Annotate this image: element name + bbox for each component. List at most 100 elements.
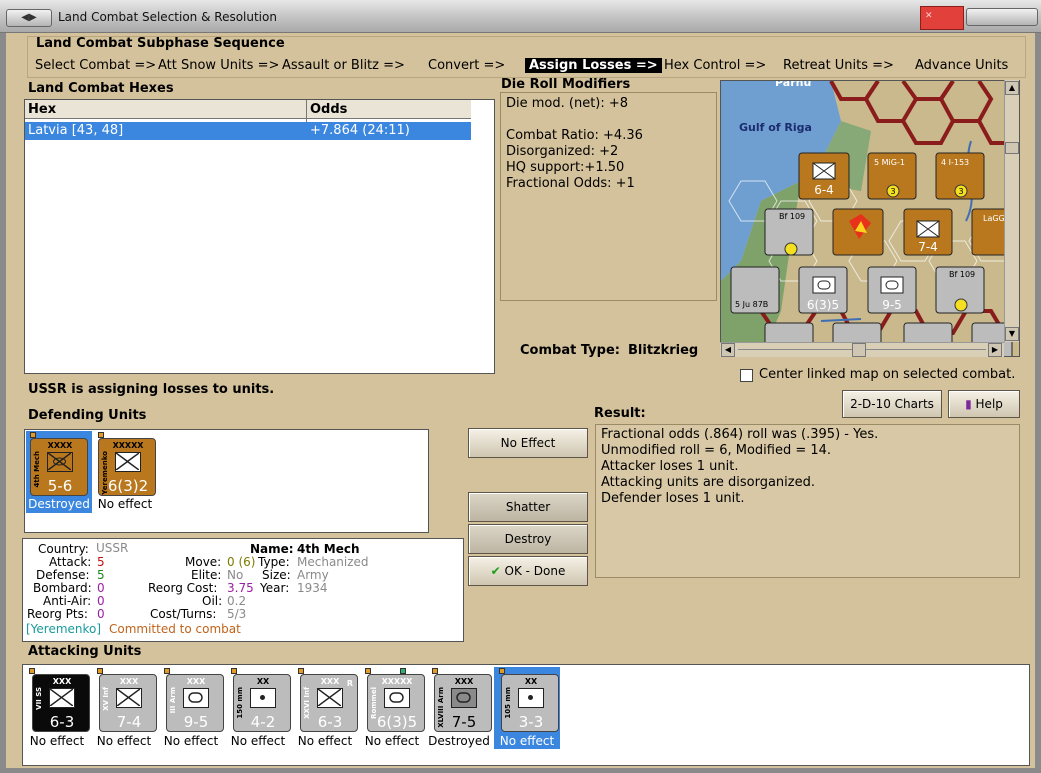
map-counter-6-4[interactable]: 6-4 bbox=[798, 152, 850, 200]
defense-label: Defense: bbox=[36, 568, 90, 582]
defending-heading: Defending Units bbox=[28, 408, 147, 423]
attacker-result: No effect bbox=[96, 734, 152, 748]
scroll-thumb-v[interactable] bbox=[1005, 142, 1019, 154]
attacker-result: No effect bbox=[163, 734, 219, 748]
map-counter-i153[interactable]: 4 I-153 3 bbox=[935, 152, 985, 200]
reorgcost-value: 3.75 bbox=[227, 581, 254, 595]
country-label: Country: bbox=[38, 542, 89, 556]
step-assign-losses[interactable]: Assign Losses => bbox=[525, 58, 662, 73]
attacker-counter-iii-arm[interactable]: XXX III Arm 9-5 bbox=[166, 674, 224, 732]
defender-counter-yeremenko[interactable]: XXXXX Yeremenko 6(3)2 bbox=[98, 438, 156, 496]
scroll-up-icon[interactable]: ▲ bbox=[1005, 81, 1019, 95]
ok-done-button[interactable]: ✔ OK - Done bbox=[468, 556, 588, 586]
scroll-left-icon[interactable]: ◀ bbox=[721, 343, 735, 357]
mod-net: Die mod. (net): +8 bbox=[506, 96, 629, 111]
size-value: Army bbox=[297, 568, 329, 582]
defender-result-yeremenko: No effect bbox=[97, 497, 153, 511]
map-counter-bf109-emil[interactable]: Bf 109 bbox=[935, 266, 985, 314]
antiair-value: 0 bbox=[97, 594, 105, 608]
result-line-2: Unmodified roll = 6, Modified = 14. bbox=[601, 443, 832, 458]
help-book-icon: ▮ bbox=[965, 397, 972, 411]
svg-text:3: 3 bbox=[890, 187, 895, 196]
country-value: USSR bbox=[96, 541, 129, 555]
scroll-right-icon[interactable]: ▶ bbox=[988, 343, 1002, 357]
mod-combat-ratio: Combat Ratio: +4.36 bbox=[506, 128, 643, 143]
scroll-thumb-h[interactable] bbox=[852, 343, 866, 357]
charts-button[interactable]: 2-D-10 Charts bbox=[842, 390, 942, 418]
hexes-list[interactable] bbox=[24, 99, 495, 374]
attacker-result: No effect bbox=[297, 734, 353, 748]
elite-label: Elite: bbox=[191, 568, 222, 582]
attacker-counter-vii-ss[interactable]: XXX VII SS 6-3 bbox=[32, 674, 90, 732]
commit-leader: [Yeremenko] bbox=[26, 622, 102, 636]
step-convert[interactable]: Convert => bbox=[428, 58, 505, 73]
svg-text:9-5: 9-5 bbox=[882, 298, 902, 312]
status-pip bbox=[231, 668, 237, 674]
armor-symbol-icon bbox=[451, 688, 477, 708]
map-counter-7-4[interactable]: 7-4 bbox=[903, 208, 953, 256]
move-label: Move: bbox=[185, 555, 222, 569]
result-line-1: Fractional odds (.864) roll was (.395) -… bbox=[601, 427, 879, 442]
status-pip bbox=[29, 668, 35, 674]
row-odds-cell: +7.864 (24:11) bbox=[310, 123, 410, 138]
map-counter-stuka[interactable]: 5 Ju 87B bbox=[730, 266, 780, 314]
svg-text:LaGG: LaGG bbox=[983, 214, 1005, 223]
defender-counter-4th-mech[interactable]: XXXX 4th Mech 5-6 bbox=[30, 438, 88, 496]
map-counter-defender-stack[interactable] bbox=[832, 208, 884, 256]
unit-size: XXX bbox=[52, 677, 72, 686]
mini-map[interactable]: 6-4 5 MiG-1 3 4 I-153 3 Bf 109 7-4 LaGG … bbox=[720, 80, 1020, 357]
help-button[interactable]: ▮ Help bbox=[948, 390, 1020, 418]
year-label: Year: bbox=[260, 581, 290, 595]
title-bar: ◀▶ Land Combat Selection & Resolution ✕ bbox=[0, 0, 1041, 33]
svg-text:5 Ju 87B: 5 Ju 87B bbox=[735, 300, 768, 309]
map-counter-mig1[interactable]: 5 MiG-1 3 bbox=[867, 152, 917, 200]
combat-type-value: Blitzkrieg bbox=[628, 343, 699, 358]
close-icon: ✕ bbox=[925, 11, 933, 21]
status-pip bbox=[98, 432, 104, 438]
costturns-label: Cost/Turns: bbox=[150, 607, 217, 621]
attacker-counter-rommel[interactable]: XXXXX Rommel 6(3)5 bbox=[367, 674, 425, 732]
col-odds-header[interactable]: Odds bbox=[310, 102, 347, 117]
map-counter-6-3-5[interactable]: 6(3)5 bbox=[798, 266, 848, 314]
window-menu-button[interactable]: ◀▶ bbox=[6, 9, 52, 27]
attacker-counter-xv-inf[interactable]: XXX XV Inf 7-4 bbox=[99, 674, 157, 732]
attacker-result: No effect bbox=[29, 734, 85, 748]
attacker-result: No effect bbox=[230, 734, 286, 748]
step-select-combat[interactable]: Select Combat => bbox=[35, 58, 156, 73]
svg-text:Bf 109: Bf 109 bbox=[779, 212, 805, 221]
map-horizontal-scrollbar[interactable]: ◀ ▶ bbox=[720, 342, 1004, 357]
map-counter-9-5[interactable]: 9-5 bbox=[867, 266, 917, 314]
no-effect-button[interactable]: No Effect bbox=[468, 428, 588, 458]
center-linked-checkbox[interactable] bbox=[740, 369, 753, 382]
status-pip bbox=[298, 668, 304, 674]
artillery-symbol-icon bbox=[250, 688, 276, 708]
col-hex-header[interactable]: Hex bbox=[28, 102, 56, 117]
infantry-symbol-icon bbox=[116, 688, 142, 708]
window-controls[interactable] bbox=[966, 8, 1038, 26]
step-att-snow-units[interactable]: Att Snow Units => bbox=[158, 58, 279, 73]
close-button[interactable]: ✕ bbox=[920, 6, 964, 30]
status-pip bbox=[30, 432, 36, 438]
status-message: USSR is assigning losses to units. bbox=[28, 382, 275, 397]
shatter-button[interactable]: Shatter bbox=[468, 492, 588, 522]
size-label: Size: bbox=[262, 568, 291, 582]
step-retreat-units[interactable]: Retreat Units => bbox=[783, 58, 894, 73]
unit-size: XXXXX bbox=[112, 441, 144, 450]
attacker-counter-xlviii-arm[interactable]: XXX XLVIII Arm 7-5 bbox=[434, 674, 492, 732]
bombard-value: 0 bbox=[97, 581, 105, 595]
status-pip bbox=[97, 668, 103, 674]
ok-done-label: OK - Done bbox=[504, 564, 566, 578]
scroll-down-icon[interactable]: ▼ bbox=[1005, 327, 1019, 341]
attacker-counter-150mm[interactable]: XX 150 mm 4-2 bbox=[233, 674, 291, 732]
map-vertical-scrollbar[interactable]: ▲ ▼ bbox=[1004, 80, 1019, 342]
step-assault-or-blitz[interactable]: Assault or Blitz => bbox=[282, 58, 405, 73]
attacker-counter-xxvi-inf[interactable]: XXX R XXVI Inf 6-3 bbox=[300, 674, 358, 732]
map-counter-bf109[interactable]: Bf 109 bbox=[764, 208, 814, 256]
attacker-counter-105mm[interactable]: XX 105 mm 3-3 bbox=[501, 674, 559, 732]
step-advance-units[interactable]: Advance Units bbox=[915, 58, 1008, 73]
window-title: Land Combat Selection & Resolution bbox=[58, 10, 277, 24]
infantry-symbol-icon bbox=[317, 688, 343, 708]
step-hex-control[interactable]: Hex Control => bbox=[664, 58, 766, 73]
move-value: 0 (6) bbox=[227, 555, 256, 569]
destroy-button[interactable]: Destroy bbox=[468, 524, 588, 554]
